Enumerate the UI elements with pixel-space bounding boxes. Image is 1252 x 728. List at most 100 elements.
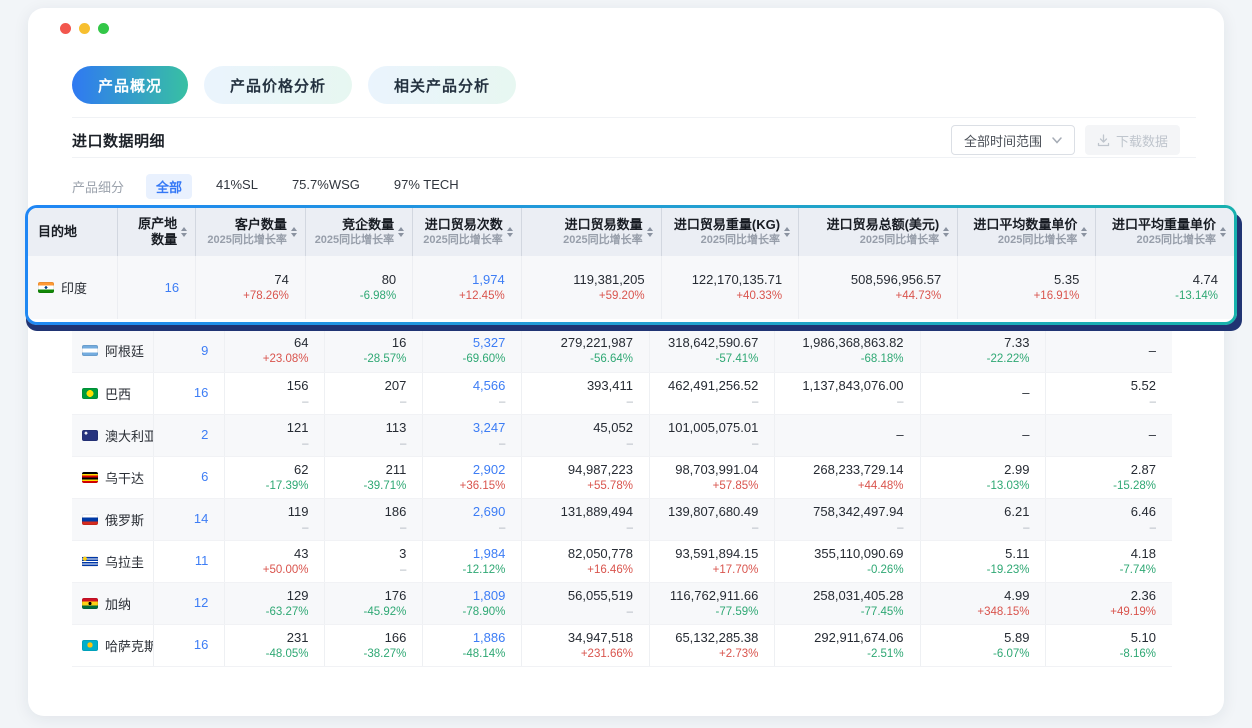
sort-icon[interactable] xyxy=(784,227,790,237)
cell-origin-count: 16 xyxy=(117,256,195,319)
column-header-trade-count[interactable]: 进口贸易次数2025同比增长率 xyxy=(413,208,522,256)
value: 6.21 xyxy=(1004,503,1029,521)
growth-rate: -0.26% xyxy=(867,563,903,578)
value: – xyxy=(1022,384,1029,402)
value-link[interactable]: 6 xyxy=(201,468,208,486)
value: 5.35 xyxy=(1054,271,1079,289)
growth-rate: +17.70% xyxy=(713,563,759,578)
tab-product-overview[interactable]: 产品概况 xyxy=(72,66,188,104)
value-link[interactable]: 11 xyxy=(195,552,209,570)
sort-icon[interactable] xyxy=(398,227,404,237)
country-name: 哈萨克斯坦 xyxy=(105,636,153,655)
table-row-in: 印度1674+78.26%80-6.98%1,974+12.45%119,381… xyxy=(28,256,1234,319)
cell-trade-weight: 139,807,680.49– xyxy=(649,498,774,540)
value-link[interactable]: 2 xyxy=(201,426,208,444)
growth-rate: +78.26% xyxy=(243,289,289,304)
cell-trade-quantity: 94,987,223+55.78% xyxy=(522,456,650,498)
value-link[interactable]: 2,902 xyxy=(473,461,506,479)
tab-related-products[interactable]: 相关产品分析 xyxy=(368,66,516,104)
growth-rate: -48.05% xyxy=(266,647,309,662)
column-title: 目的地 xyxy=(38,224,77,240)
value-link[interactable]: 1,886 xyxy=(473,629,506,647)
cell-destination: 加纳 xyxy=(72,582,153,624)
growth-rate: -68.18% xyxy=(861,352,904,367)
growth-rate: -19.23% xyxy=(987,563,1030,578)
column-header-avg-quantity-price[interactable]: 进口平均数量单价2025同比增长率 xyxy=(958,208,1096,256)
value-link[interactable]: 3,247 xyxy=(473,419,506,437)
cell-customer-count: 119– xyxy=(225,498,325,540)
column-title: 进口平均重量单价 xyxy=(1112,217,1216,233)
app-window: 产品概况产品价格分析相关产品分析 进口数据明细 全部时间范围 下载数据 产品细分… xyxy=(28,8,1224,716)
sort-icon[interactable] xyxy=(647,227,653,237)
cell-avg-weight-price: 5.10-8.16% xyxy=(1046,624,1172,666)
cell-avg-weight-price: – xyxy=(1046,414,1172,456)
value-link[interactable]: 1,984 xyxy=(473,545,506,563)
value-link[interactable]: 12 xyxy=(194,594,208,612)
value-link[interactable]: 16 xyxy=(194,636,208,654)
column-header-competitor-count[interactable]: 竞企数量2025同比增长率 xyxy=(305,208,412,256)
cell-destination: 乌拉圭 xyxy=(72,540,153,582)
cell-trade-total: 508,596,956.57+44.73% xyxy=(799,256,958,319)
cell-destination: 阿根廷 xyxy=(72,330,153,372)
cell-destination: 哈萨克斯坦 xyxy=(72,624,153,666)
column-header-avg-weight-price[interactable]: 进口平均重量单价2025同比增长率 xyxy=(1096,208,1234,256)
cell-trade-weight: 98,703,991.04+57.85% xyxy=(649,456,774,498)
value-link[interactable]: 14 xyxy=(194,510,208,528)
value-link[interactable]: 1,809 xyxy=(473,587,506,605)
sort-icon[interactable] xyxy=(1081,227,1087,237)
column-title: 进口贸易次数 xyxy=(425,217,503,233)
value-link[interactable]: 16 xyxy=(194,384,208,402)
close-window-icon[interactable] xyxy=(60,23,71,34)
cell-avg-quantity-price: 2.99-13.03% xyxy=(920,456,1046,498)
value: – xyxy=(1149,342,1156,360)
sort-icon[interactable] xyxy=(943,227,949,237)
value-link[interactable]: 1,974 xyxy=(472,271,505,289)
cell-customer-count: 43+50.00% xyxy=(225,540,325,582)
cell-avg-quantity-price: – xyxy=(920,372,1046,414)
column-title: 进口贸易数量 xyxy=(565,217,643,233)
flag-in-icon xyxy=(38,282,54,293)
cell-competitor-count: 211-39.71% xyxy=(325,456,423,498)
value-link[interactable]: 5,327 xyxy=(473,334,506,352)
cell-competitor-count: 166-38.27% xyxy=(325,624,423,666)
cell-origin-count: 12 xyxy=(153,582,225,624)
filter-option-1[interactable]: 41%SL xyxy=(206,174,268,199)
value-link[interactable]: 4,566 xyxy=(473,377,506,395)
sort-icon[interactable] xyxy=(1220,227,1226,237)
filter-option-0[interactable]: 全部 xyxy=(146,174,192,199)
download-button[interactable]: 下载数据 xyxy=(1085,125,1180,155)
product-segment-filter: 产品细分 全部41%SL75.7%WSG97% TECH xyxy=(72,174,469,199)
value-link[interactable]: 9 xyxy=(201,342,208,360)
value-link[interactable]: 16 xyxy=(165,279,179,297)
filter-option-2[interactable]: 75.7%WSG xyxy=(282,174,370,199)
column-header-trade-quantity[interactable]: 进口贸易数量2025同比增长率 xyxy=(521,208,661,256)
minimize-window-icon[interactable] xyxy=(79,23,90,34)
column-header-origin-count[interactable]: 原产地 数量 xyxy=(117,208,195,256)
column-header-trade-weight[interactable]: 进口贸易重量(KG)2025同比增长率 xyxy=(661,208,798,256)
value: 186 xyxy=(385,503,407,521)
cell-trade-total: 258,031,405.28-77.45% xyxy=(775,582,920,624)
growth-rate: – xyxy=(627,605,633,620)
column-header-customer-count[interactable]: 客户数量2025同比增长率 xyxy=(196,208,306,256)
value-link[interactable]: 2,690 xyxy=(473,503,506,521)
growth-rate: – xyxy=(302,437,308,452)
maximize-window-icon[interactable] xyxy=(98,23,109,34)
cell-avg-quantity-price: 6.21– xyxy=(920,498,1046,540)
tab-price-analysis[interactable]: 产品价格分析 xyxy=(204,66,352,104)
cell-trade-total: 1,986,368,863.82-68.18% xyxy=(775,330,920,372)
value: 45,052 xyxy=(593,419,633,437)
flag-au-icon xyxy=(82,430,98,441)
growth-rate: +49.19% xyxy=(1110,605,1156,620)
cell-trade-total: 292,911,674.06-2.51% xyxy=(775,624,920,666)
growth-rate: – xyxy=(499,437,505,452)
column-header-trade-total[interactable]: 进口贸易总额(美元)2025同比增长率 xyxy=(799,208,958,256)
sort-icon[interactable] xyxy=(291,227,297,237)
cell-origin-count: 6 xyxy=(153,456,225,498)
filter-option-3[interactable]: 97% TECH xyxy=(384,174,469,199)
time-range-select[interactable]: 全部时间范围 xyxy=(951,125,1075,155)
cell-competitor-count: 176-45.92% xyxy=(325,582,423,624)
sort-icon[interactable] xyxy=(181,227,187,237)
sort-icon[interactable] xyxy=(507,227,513,237)
growth-rate: – xyxy=(627,521,633,536)
growth-rate: – xyxy=(499,395,505,410)
